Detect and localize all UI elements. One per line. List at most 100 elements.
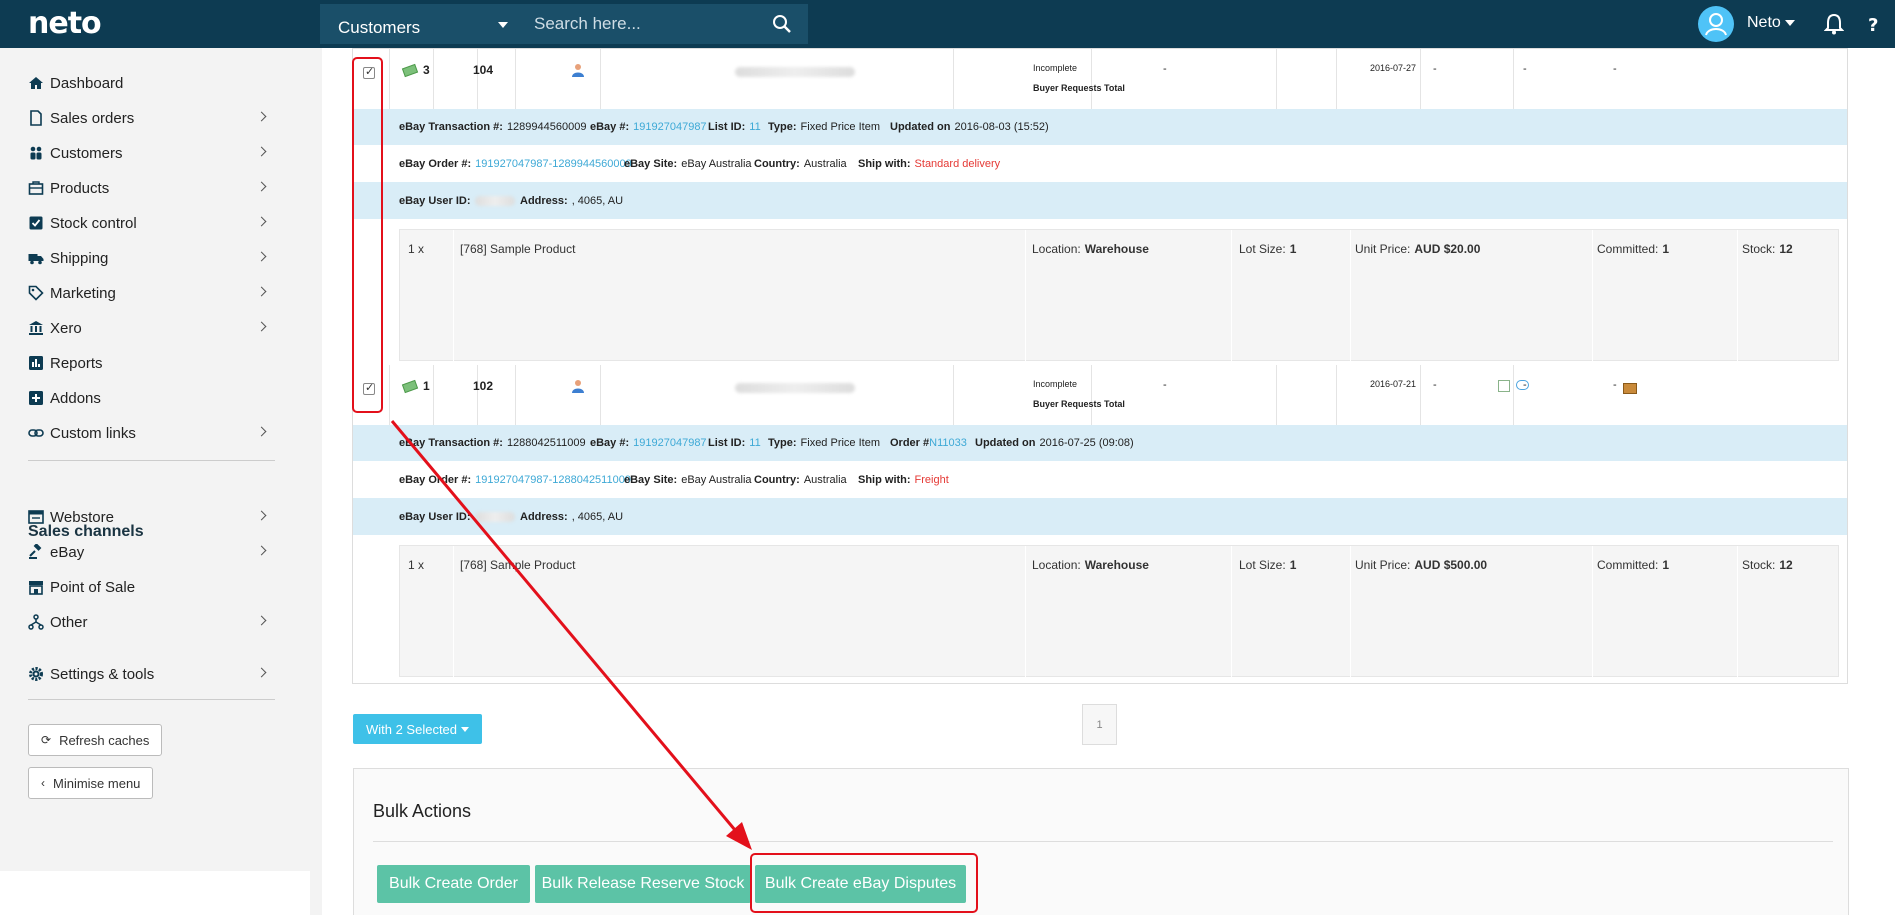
sidebar-item-sales-orders[interactable]: Sales orders bbox=[28, 103, 273, 133]
refresh-caches-button[interactable]: ⟳ Refresh caches bbox=[28, 724, 163, 756]
search-input[interactable] bbox=[534, 12, 764, 36]
column-divider bbox=[1091, 365, 1092, 425]
column-divider bbox=[1513, 365, 1514, 425]
list-id-value[interactable]: 11 bbox=[749, 121, 760, 133]
with-selected-label: With 2 Selected bbox=[365, 721, 458, 737]
sidebar-item-custom-links[interactable]: Custom links bbox=[28, 418, 273, 448]
sidebar-item-point-of-sale[interactable]: Point of Sale bbox=[28, 572, 273, 602]
column-divider bbox=[1592, 546, 1593, 678]
ebay-site-value: eBay Australia bbox=[681, 473, 752, 486]
sidebar-item-products[interactable]: Products bbox=[28, 173, 273, 203]
annotation-checkbox-highlight bbox=[352, 57, 383, 413]
minimise-menu-button[interactable]: ‹ Minimise menu bbox=[28, 767, 154, 799]
column-divider bbox=[1513, 49, 1514, 109]
line-product[interactable]: [768] Sample Product bbox=[460, 242, 575, 256]
bar-chart-icon bbox=[28, 355, 44, 371]
svg-text:?: ? bbox=[1868, 15, 1878, 35]
sidebar-item-shipping[interactable]: Shipping bbox=[28, 243, 273, 273]
with-selected-dropdown[interactable]: With 2 Selected bbox=[353, 714, 482, 744]
sidebar-item-ebay[interactable]: eBay bbox=[28, 537, 273, 567]
sidebar-item-xero[interactable]: Xero bbox=[28, 313, 273, 343]
sidebar-item-label: Marketing bbox=[50, 284, 116, 302]
refresh-caches-label: Refresh caches bbox=[59, 732, 150, 748]
section-select[interactable]: Customers bbox=[320, 4, 520, 44]
line-stock-label: Stock: bbox=[1742, 242, 1776, 256]
money-icon bbox=[401, 64, 419, 78]
order-col-dash: - bbox=[1163, 379, 1167, 391]
sidebar-item-dashboard[interactable]: Dashboard bbox=[28, 68, 273, 98]
section-select-value: Customers bbox=[338, 18, 421, 37]
minimise-menu-label: Minimise menu bbox=[53, 775, 141, 791]
country-label: Country: bbox=[754, 473, 800, 486]
sidebar-item-settings-tools[interactable]: Settings & tools bbox=[28, 659, 273, 689]
listing-type-label: Type: bbox=[768, 121, 797, 133]
address-label: Address: bbox=[520, 194, 568, 207]
home-icon bbox=[28, 75, 44, 91]
chevron-right-icon bbox=[256, 510, 267, 521]
sidebar-item-other[interactable]: Other bbox=[28, 607, 273, 637]
order-col-dash: - bbox=[1433, 63, 1437, 75]
updated-on-value: 2016-08-03 (15:52) bbox=[954, 121, 1049, 133]
line-committed-value: 1 bbox=[1662, 558, 1670, 572]
sidebar-item-webstore[interactable]: Webstore bbox=[28, 502, 273, 532]
country-value: Australia bbox=[803, 157, 847, 170]
ebay-transaction: eBay Transaction #: 1289944560009 bbox=[399, 109, 586, 145]
line-location: Location: Warehouse bbox=[1032, 558, 1149, 572]
orders-table: 3 104 Incomplete Buyer Requests Total - 2016-… bbox=[352, 48, 1848, 684]
ebay-item-value[interactable]: 191927047987 bbox=[633, 437, 706, 449]
ship-with-label: Ship with: bbox=[858, 157, 911, 170]
order-id[interactable]: 104 bbox=[473, 63, 493, 77]
ebay-item: eBay #: 191927047987 bbox=[590, 425, 707, 461]
order-summary-row: 3 104 Incomplete Buyer Requests Total - 2016-… bbox=[353, 49, 1847, 109]
line-product[interactable]: [768] Sample Product bbox=[460, 558, 575, 572]
order-qty-value: 1 bbox=[423, 379, 430, 393]
note-icon[interactable] bbox=[1498, 380, 1510, 392]
line-stock-value: 12 bbox=[1779, 558, 1793, 572]
line-qty: 1 x bbox=[408, 242, 425, 256]
sidebar-item-addons[interactable]: Addons bbox=[28, 383, 273, 413]
package-icon[interactable] bbox=[1623, 383, 1637, 394]
line-unit-price-label: Unit Price: bbox=[1355, 558, 1411, 572]
ebay-site: eBay Site: eBay Australia bbox=[624, 145, 752, 182]
neto-logo[interactable]: neto bbox=[28, 6, 102, 41]
column-divider bbox=[1592, 230, 1593, 362]
line-stock: Stock: 12 bbox=[1742, 242, 1793, 256]
order-id[interactable]: 102 bbox=[473, 379, 493, 393]
search-box bbox=[520, 4, 808, 44]
list-id-value[interactable]: 11 bbox=[749, 437, 760, 449]
ebay-item-label: eBay #: bbox=[590, 437, 630, 449]
sidebar-item-customers[interactable]: Customers bbox=[28, 138, 273, 168]
search-icon[interactable] bbox=[772, 14, 792, 34]
order-number-value[interactable]: N11033 bbox=[929, 437, 967, 449]
user-menu-chevron-icon[interactable] bbox=[1785, 20, 1795, 26]
help-icon[interactable]: ? bbox=[1862, 13, 1884, 35]
ebay-order-value[interactable]: 191927047987-1288042511009 bbox=[475, 474, 631, 486]
link-icon bbox=[28, 425, 44, 441]
sidebar-item-label: Reports bbox=[50, 354, 103, 372]
customer-icon[interactable] bbox=[571, 63, 585, 81]
user-avatar[interactable] bbox=[1698, 6, 1734, 42]
bulk-release-reserve-stock-button[interactable]: Bulk Release Reserve Stock bbox=[535, 865, 751, 903]
column-divider bbox=[1336, 365, 1337, 425]
line-lot-size-value: 1 bbox=[1289, 558, 1297, 572]
sidebar-item-reports[interactable]: Reports bbox=[28, 348, 273, 378]
listing-type-value: Fixed Price Item bbox=[800, 121, 880, 133]
sidebar-item-marketing[interactable]: Marketing bbox=[28, 278, 273, 308]
customer-icon[interactable] bbox=[571, 379, 585, 397]
bell-icon[interactable] bbox=[1824, 13, 1844, 35]
user-menu-name[interactable]: Neto bbox=[1747, 14, 1781, 32]
ebay-user-id-label: eBay User ID: bbox=[399, 510, 471, 523]
sidebar-item-stock-control[interactable]: Stock control bbox=[28, 208, 273, 238]
ebay-item-value[interactable]: 191927047987 bbox=[633, 121, 706, 133]
updated-on-label: Updated on bbox=[890, 121, 951, 133]
address: Address:, 4065, AU bbox=[520, 182, 623, 219]
chevron-right-icon bbox=[256, 251, 267, 262]
user-icon bbox=[1705, 13, 1727, 36]
ebay-order-value[interactable]: 191927047987-1289944560009 bbox=[475, 158, 632, 170]
ebay-order-label: eBay Order #: bbox=[399, 473, 472, 486]
bulk-create-order-button[interactable]: Bulk Create Order bbox=[377, 865, 530, 903]
column-divider bbox=[1350, 230, 1351, 362]
column-divider bbox=[953, 365, 954, 425]
pagination-page[interactable]: 1 bbox=[1082, 704, 1117, 745]
sidebar-item-label: eBay bbox=[50, 543, 85, 561]
